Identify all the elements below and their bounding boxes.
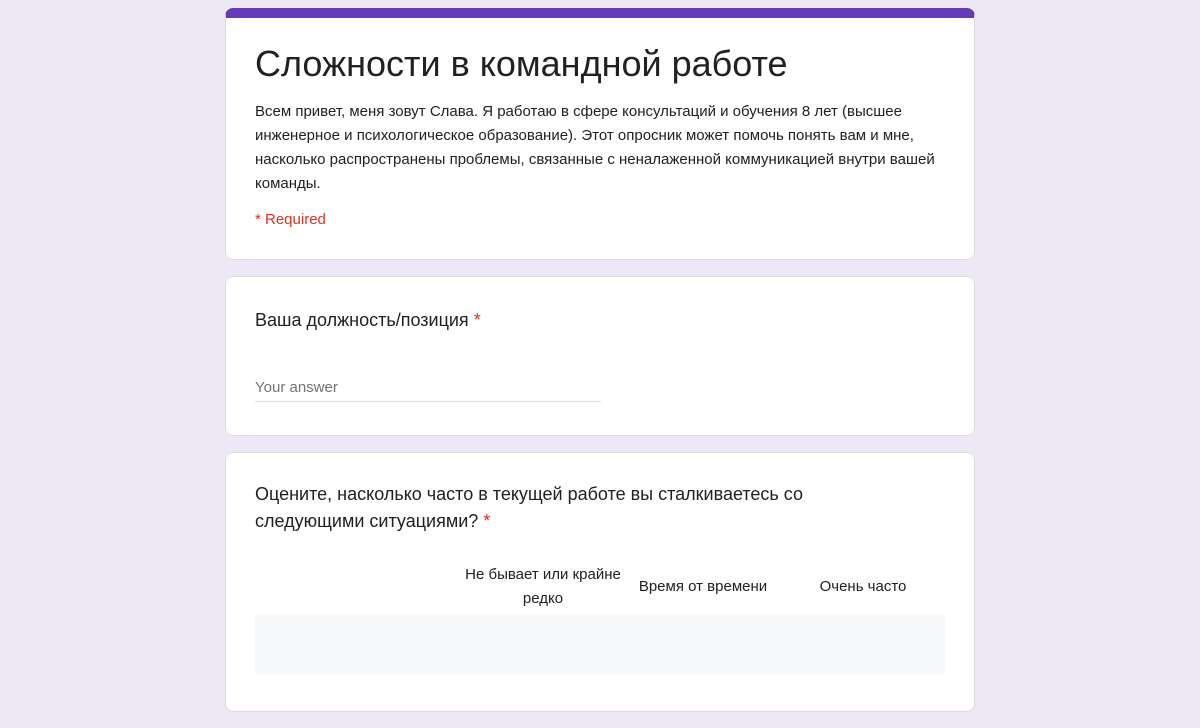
required-asterisk: *: [473, 310, 481, 330]
grid-row: [255, 615, 945, 675]
form-description: Всем привет, меня зовут Слава. Я работаю…: [255, 103, 935, 192]
question-card-frequency: Оцените, насколько часто в текущей работ…: [225, 452, 975, 712]
grid-column-headers: Не бывает или крайне редко Время от врем…: [255, 563, 945, 611]
required-asterisk: *: [483, 511, 491, 531]
question-title-text: Ваша должность/позиция: [255, 310, 469, 330]
question-title: Ваша должность/позиция *: [255, 307, 945, 334]
question-title: Оцените, насколько часто в текущей работ…: [255, 481, 895, 535]
grid-column-header: Время от времени: [638, 578, 768, 595]
question-card-position: Ваша должность/позиция *: [225, 276, 975, 436]
question-title-text: Оцените, насколько часто в текущей работ…: [255, 484, 804, 531]
grid-column-header: Не бывает или крайне редко: [465, 566, 621, 607]
form-title: Сложности в командной работе: [255, 43, 788, 84]
required-note: * Required: [255, 211, 326, 228]
form-header-card: Сложности в командной работе Всем привет…: [225, 8, 975, 260]
position-answer-input[interactable]: [255, 374, 601, 402]
grid-column-header: Очень часто: [819, 578, 907, 595]
form-container: Сложности в командной работе Всем привет…: [225, 8, 975, 728]
